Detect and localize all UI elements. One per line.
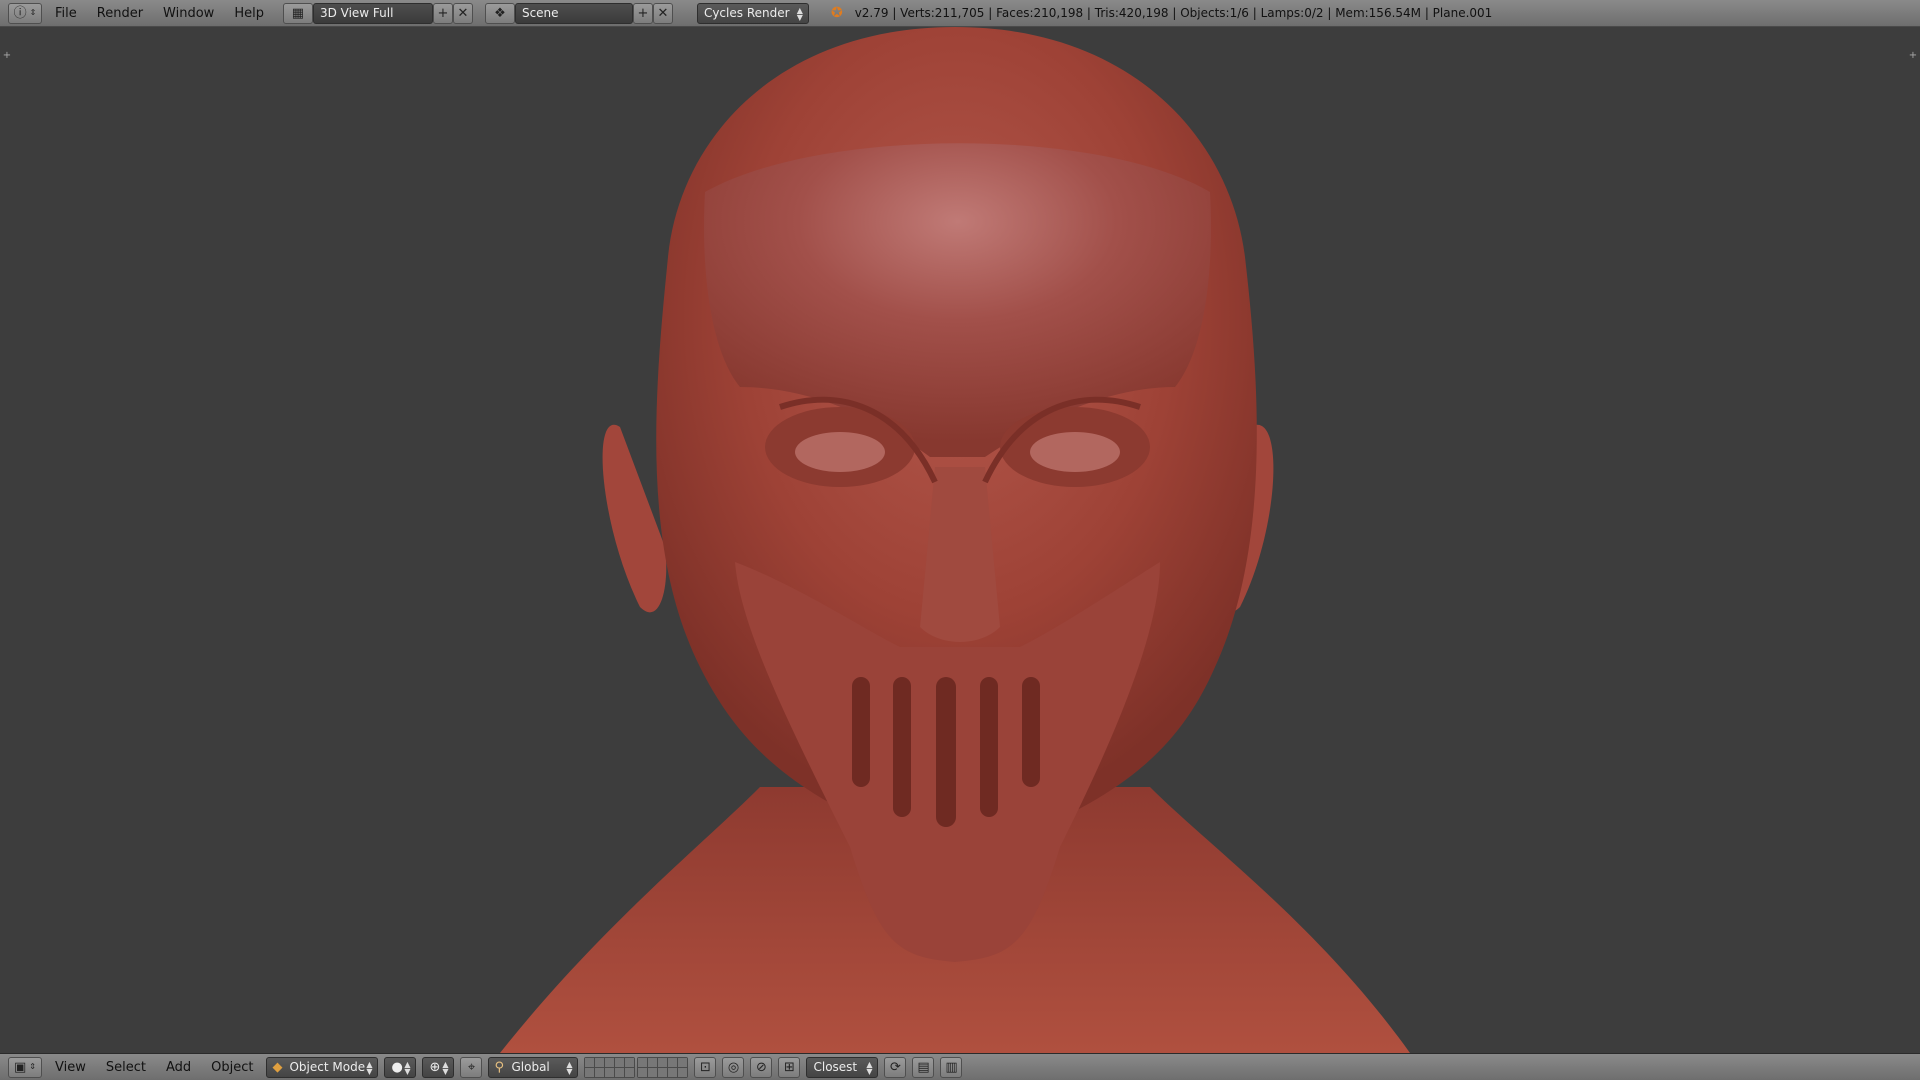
updown-arrows-icon: ▲ ▼ <box>442 1059 449 1076</box>
render-opengl-button[interactable]: ▤ <box>912 1056 935 1078</box>
screen-layout-field[interactable]: 3D View Full <box>312 2 433 24</box>
render-animation-icon: ▥ <box>945 1059 958 1075</box>
updown-arrows-icon: ▲ ▼ <box>404 1059 411 1076</box>
layout-grid-icon: ▦ <box>291 5 305 21</box>
snap-options-button[interactable]: ⟳ <box>884 1056 907 1078</box>
screen-layout-selector: ▦ 3D View Full + ✕ <box>282 2 473 24</box>
editor-type-button[interactable]: ⓘ ⇕ <box>8 2 42 24</box>
info-icon: ⓘ <box>13 5 27 21</box>
render-engine-label: Cycles Render <box>703 6 790 20</box>
scene-field[interactable]: Scene <box>514 2 633 24</box>
menu-add[interactable]: Add <box>159 1060 198 1075</box>
view3d-icon: ▣ <box>14 1059 27 1075</box>
manipulator-toggle-button[interactable]: ⌖ <box>460 1056 483 1078</box>
layer-selector[interactable] <box>584 1056 689 1078</box>
snap-toggle-button[interactable]: ⊘ <box>750 1056 773 1078</box>
orientation-label: Global <box>511 1060 550 1074</box>
menu-render[interactable]: Render <box>90 6 150 21</box>
add-scene-button[interactable]: + <box>632 2 653 24</box>
render-engine-dropdown[interactable]: Cycles Render ▲ ▼ <box>696 2 809 24</box>
object-mode-icon: ◆ <box>272 1059 283 1075</box>
proportional-edit-button[interactable]: ◎ <box>722 1056 745 1078</box>
scene-button[interactable]: ❖ <box>484 2 515 24</box>
updown-arrows-icon: ⇕ <box>29 1062 36 1071</box>
pivot-point-dropdown[interactable]: ⊕ ▲ ▼ <box>422 1056 455 1078</box>
3d-viewport[interactable]: + + <box>0 27 1920 1053</box>
pivot-icon: ⊕ <box>429 1059 441 1075</box>
add-screen-button[interactable]: + <box>432 2 453 24</box>
menu-file[interactable]: File <box>48 6 84 21</box>
solid-shading-icon: ● <box>391 1059 403 1075</box>
info-header: ⓘ ⇕ File Render Window Help ▦ 3D View Fu… <box>0 0 1920 27</box>
3d-view-header: ▣ ⇕ View Select Add Object ◆ Object Mode… <box>0 1053 1920 1080</box>
plus-icon: + <box>637 5 649 21</box>
updown-arrows-icon: ▲ ▼ <box>866 1059 873 1076</box>
screen-layout-button[interactable]: ▦ <box>282 2 313 24</box>
snap-element-button[interactable]: ⊞ <box>778 1056 801 1078</box>
scene-selector: ❖ Scene + ✕ <box>484 2 673 24</box>
scene-statistics: v2.79 | Verts:211,705 | Faces:210,198 | … <box>854 6 1493 20</box>
snap-element-icon: ⊞ <box>784 1059 795 1075</box>
interaction-mode-dropdown[interactable]: ◆ Object Mode ▲ ▼ <box>266 1056 379 1078</box>
layer-grid-right[interactable] <box>637 1056 689 1078</box>
snap-target-label: Closest <box>813 1060 858 1074</box>
lock-icon: ⊡ <box>700 1059 711 1075</box>
viewport-shading-dropdown[interactable]: ● ▲ ▼ <box>384 1056 417 1078</box>
plus-icon: + <box>437 5 449 21</box>
blender-logo-icon: ✪ <box>830 5 843 21</box>
snap-target-dropdown[interactable]: Closest ▲ ▼ <box>806 1056 879 1078</box>
editor-type-button[interactable]: ▣ ⇕ <box>8 1056 42 1078</box>
mode-label: Object Mode <box>289 1060 366 1074</box>
layer-grid-left[interactable] <box>584 1056 636 1078</box>
transform-orientation-dropdown[interactable]: ⚲ Global ▲ ▼ <box>488 1056 579 1078</box>
menu-help[interactable]: Help <box>227 6 271 21</box>
delete-scene-button[interactable]: ✕ <box>652 2 673 24</box>
updown-arrows-icon: ▲ ▼ <box>566 1059 573 1076</box>
manipulator-icon: ⌖ <box>467 1059 476 1075</box>
close-icon: ✕ <box>457 5 469 21</box>
render-animation-button[interactable]: ▥ <box>940 1056 963 1078</box>
menu-view[interactable]: View <box>48 1060 93 1075</box>
close-icon: ✕ <box>657 5 669 21</box>
proportional-edit-icon: ◎ <box>727 1059 740 1075</box>
render-still-icon: ▤ <box>917 1059 930 1075</box>
updown-arrows-icon: ▲ ▼ <box>366 1059 373 1076</box>
menu-window[interactable]: Window <box>156 6 221 21</box>
menu-object[interactable]: Object <box>204 1060 260 1075</box>
sculpted-head-model <box>500 27 1410 1053</box>
snap-options-icon: ⟳ <box>890 1059 901 1075</box>
magnet-icon: ⊘ <box>756 1059 767 1075</box>
updown-arrows-icon: ▲ ▼ <box>796 5 803 22</box>
menu-select[interactable]: Select <box>99 1060 153 1075</box>
delete-screen-button[interactable]: ✕ <box>452 2 473 24</box>
scene-icon: ❖ <box>494 5 506 21</box>
updown-arrows-icon: ⇕ <box>29 8 37 17</box>
orientation-icon: ⚲ <box>494 1059 505 1075</box>
lock-camera-button[interactable]: ⊡ <box>694 1056 717 1078</box>
